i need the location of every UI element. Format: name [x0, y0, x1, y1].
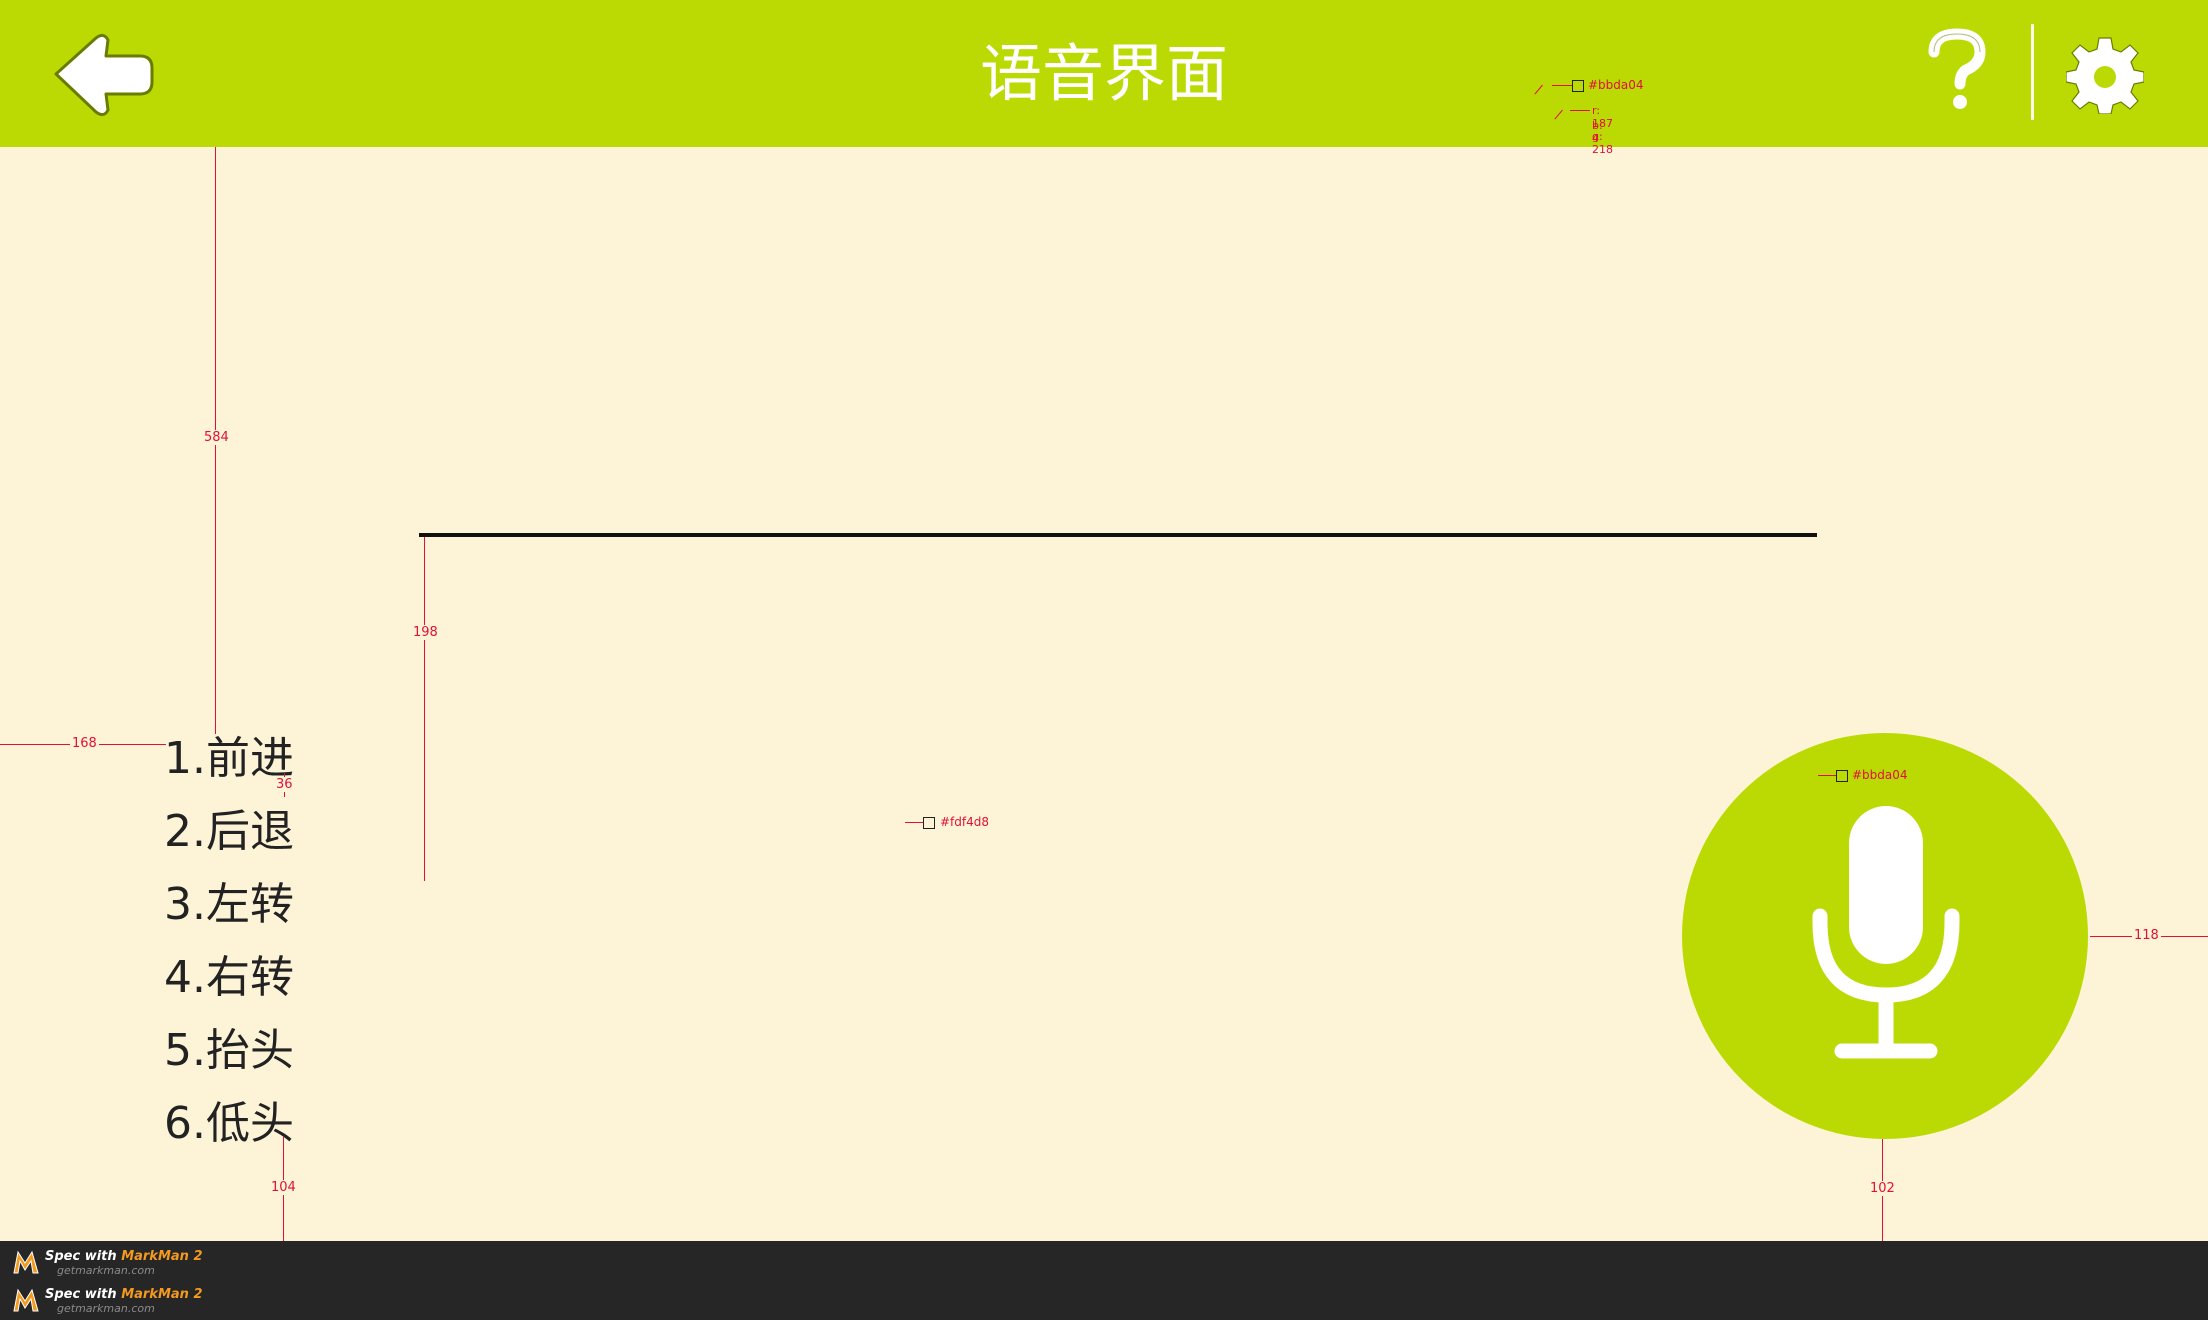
header-divider [2031, 24, 2034, 120]
back-arrow-icon [54, 33, 154, 117]
microphone-icon [1812, 806, 1960, 1059]
mic-color-swatch [1836, 770, 1848, 782]
markman-badge: Spec with MarkMan 2 getmarkman.com [12, 1247, 232, 1279]
settings-button[interactable] [2065, 36, 2145, 115]
gear-icon [2065, 37, 2145, 115]
command-item: 4.右转 [164, 952, 294, 1003]
help-button[interactable] [1920, 28, 1994, 112]
footer-bar: Spec with MarkMan 2 getmarkman.com Spec … [0, 1241, 2208, 1320]
command-item: 2.后退 [164, 806, 294, 857]
question-mark-icon [1928, 28, 1986, 109]
background-color-swatch [923, 817, 935, 829]
top-bar: 语音界面 #bbda04 r: 187 g: 218 b: 4 [0, 0, 2208, 156]
voice-waveform-line [419, 533, 1817, 537]
back-button[interactable] [48, 30, 158, 120]
command-item: 6.低头 [164, 1098, 294, 1149]
page-title: 语音界面 [979, 37, 1228, 110]
voice-panel: 1.前进 2.后退 3.左转 4.右转 5.抬头 6.低头 584 198 16… [0, 147, 2208, 1241]
markman-badge: Spec with MarkMan 2 getmarkman.com [12, 1285, 232, 1317]
microphone-button[interactable] [1682, 733, 2088, 1139]
header-color-swatch [1572, 80, 1584, 92]
command-item: 3.左转 [164, 879, 294, 930]
markman-logo-icon [13, 1288, 39, 1312]
markman-logo-icon [13, 1250, 39, 1274]
command-item: 5.抬头 [164, 1025, 294, 1076]
